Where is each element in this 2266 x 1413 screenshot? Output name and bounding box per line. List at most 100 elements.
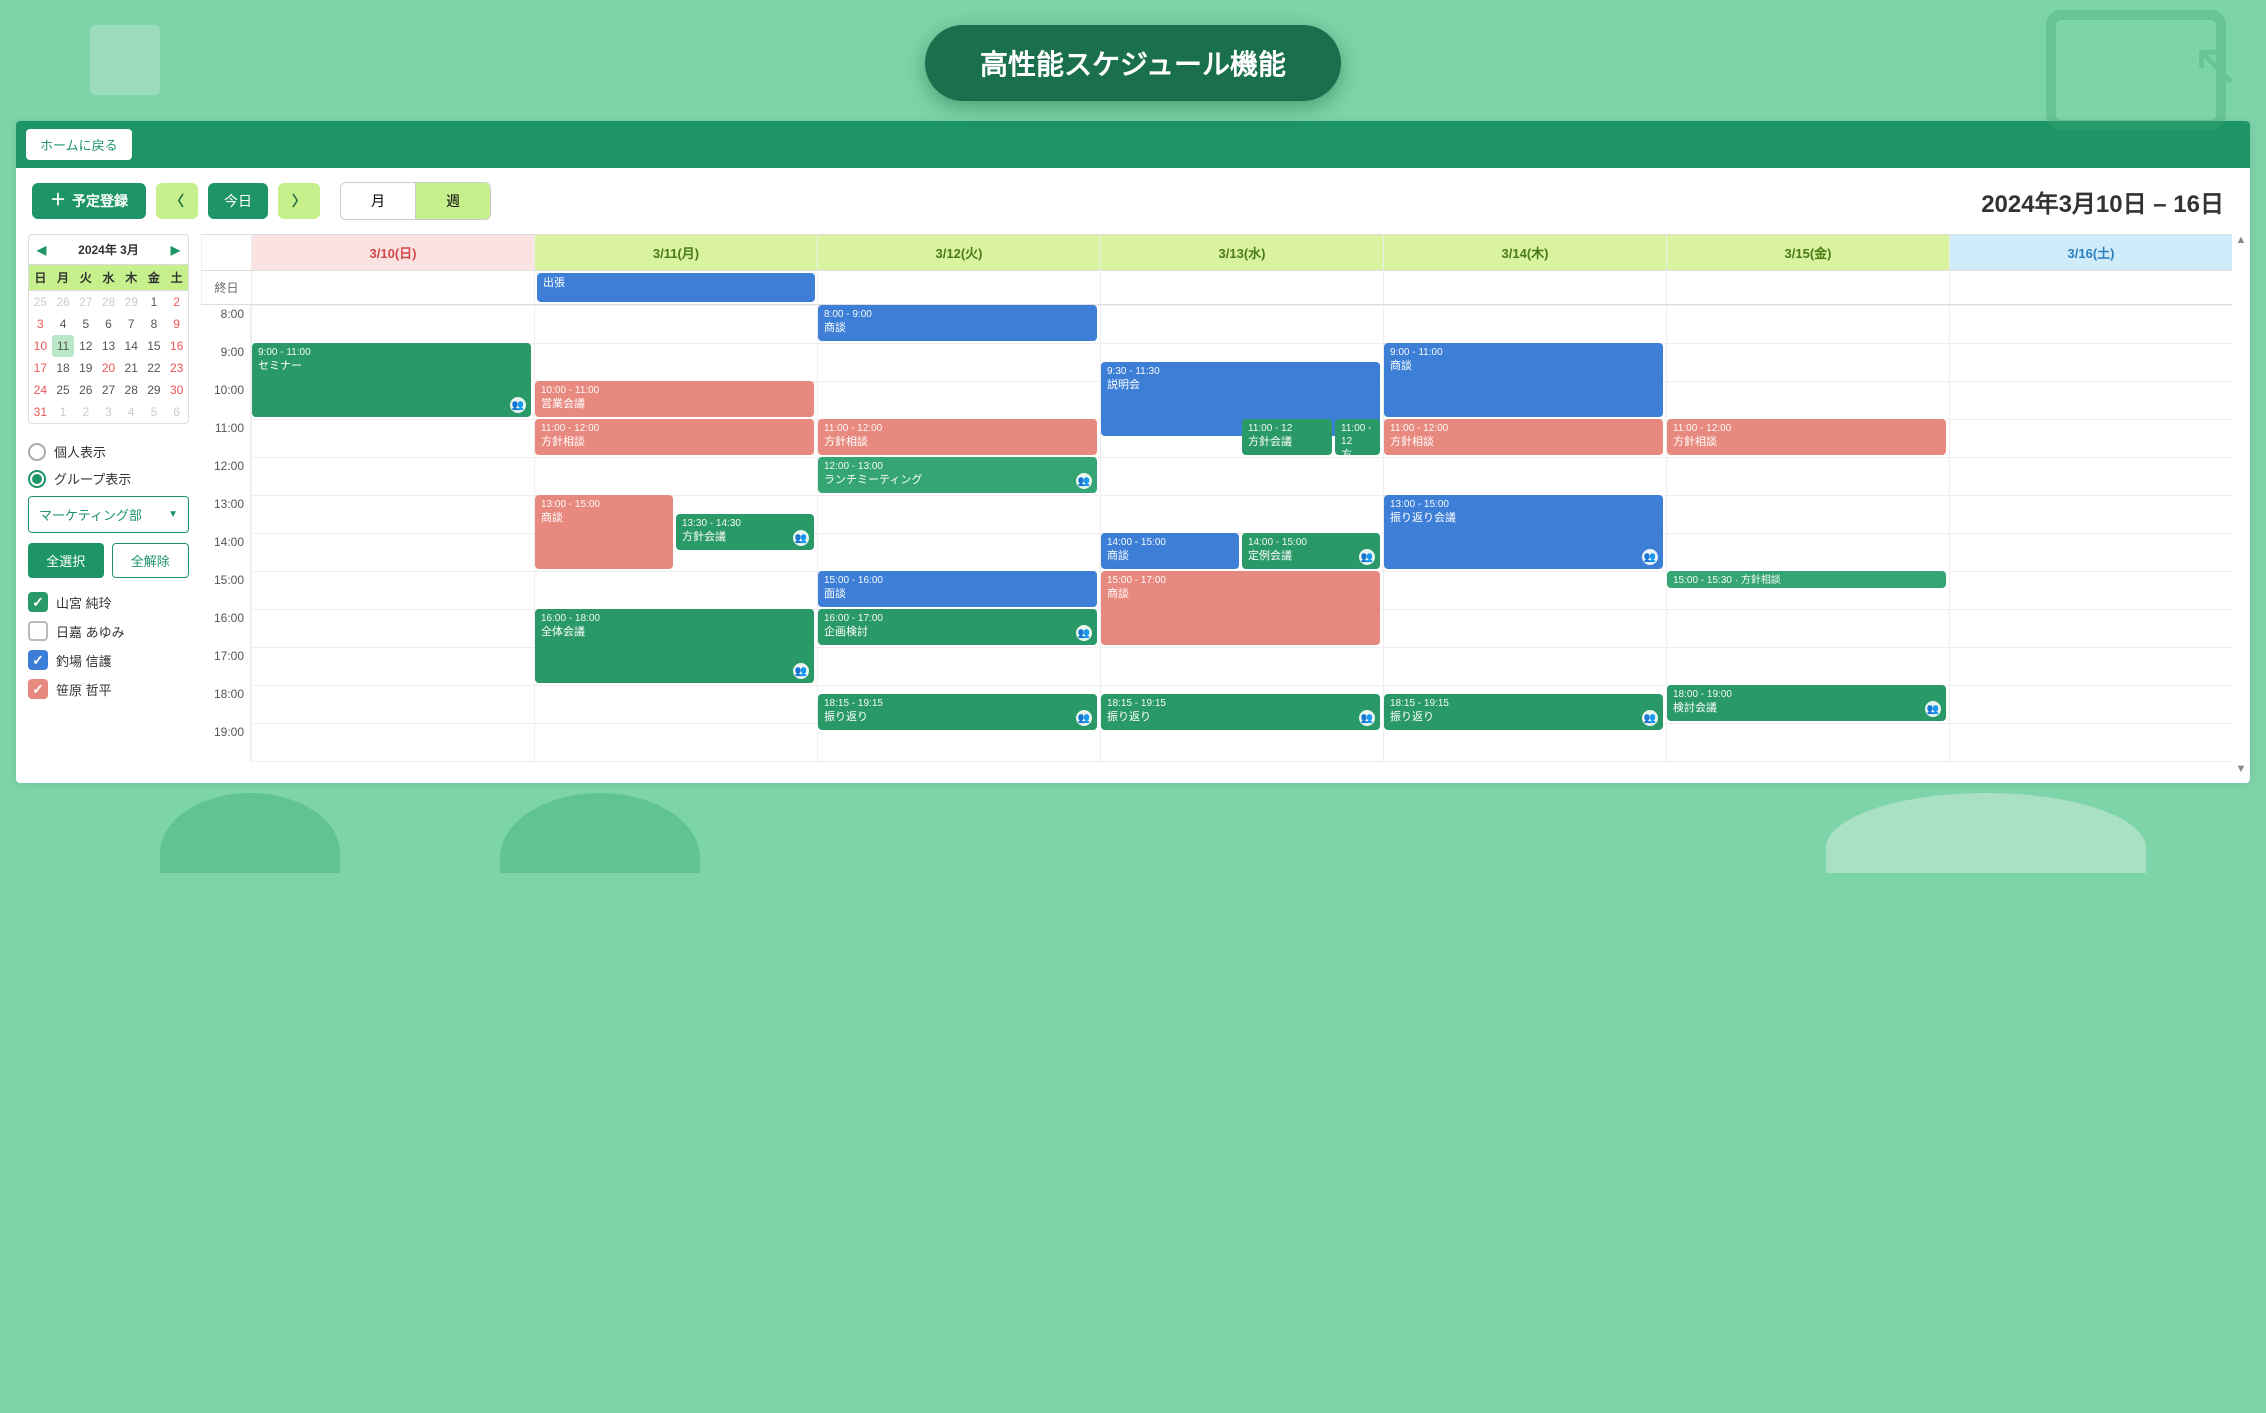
day-column[interactable]: 11:00 - 12:00方針相談 15:00 - 15:30 · 方針相談 18:…	[1666, 305, 1949, 761]
calendar-event[interactable]: 18:15 - 19:15振り返り👥	[1384, 694, 1663, 730]
calendar-event[interactable]: 15:00 - 16:00面談	[818, 571, 1097, 607]
member-checkbox[interactable]: ✓笹原 哲平	[28, 679, 189, 699]
mini-day-cell[interactable]: 1	[143, 291, 166, 313]
calendar-event[interactable]: 15:00 - 15:30 · 方針相談	[1667, 571, 1946, 588]
scroll-down-icon[interactable]: ▼	[2234, 763, 2248, 775]
calendar-event[interactable]: 13:00 - 15:00商談	[535, 495, 673, 569]
mini-day-cell[interactable]: 27	[97, 379, 120, 401]
day-column[interactable]: 9:30 - 11:30説明会11:00 - 12方針会議11:00 - 12方…	[1100, 305, 1383, 761]
mini-day-cell[interactable]: 17	[29, 357, 52, 379]
mini-day-cell[interactable]: 29	[143, 379, 166, 401]
prev-button[interactable]: 〈	[156, 183, 198, 219]
calendar-event[interactable]: 12:00 - 13:00ランチミーティング👥	[818, 457, 1097, 493]
mini-day-cell[interactable]: 25	[52, 379, 75, 401]
mini-day-cell[interactable]: 6	[165, 401, 188, 423]
mini-day-cell[interactable]: 24	[29, 379, 52, 401]
allday-cell[interactable]	[1383, 271, 1666, 304]
mode-group-radio[interactable]: グループ表示	[28, 469, 189, 488]
mini-day-cell[interactable]: 4	[52, 313, 75, 335]
mini-day-cell[interactable]: 18	[52, 357, 75, 379]
mini-day-cell[interactable]: 10	[29, 335, 52, 357]
calendar-event[interactable]: 13:00 - 15:00振り返り会議👥	[1384, 495, 1663, 569]
calendar-event[interactable]: 11:00 - 12:00方針相談	[1384, 419, 1663, 455]
mini-day-cell[interactable]: 5	[143, 401, 166, 423]
mini-day-cell[interactable]: 26	[52, 291, 75, 313]
day-column[interactable]	[1949, 305, 2232, 761]
view-month-button[interactable]: 月	[341, 183, 415, 219]
deselect-all-button[interactable]: 全解除	[112, 543, 190, 578]
calendar-event[interactable]: 11:00 - 12:00方針相談	[1667, 419, 1946, 455]
calendar-event[interactable]: 18:00 - 19:00検討会議👥	[1667, 685, 1946, 721]
mini-day-cell[interactable]: 27	[74, 291, 97, 313]
mini-day-cell[interactable]: 12	[74, 335, 97, 357]
calendar-event[interactable]: 15:00 - 17:00商談	[1101, 571, 1380, 645]
register-event-button[interactable]: ＋ 予定登録	[32, 183, 146, 219]
allday-cell[interactable]: 出張	[534, 271, 817, 304]
day-column[interactable]: 9:00 - 11:00商談11:00 - 12:00方針相談 13:00 - 1…	[1383, 305, 1666, 761]
calendar-event[interactable]: 11:00 - 12方…	[1335, 419, 1380, 455]
mini-day-cell[interactable]: 15	[143, 335, 166, 357]
mini-day-cell[interactable]: 11	[52, 335, 75, 357]
next-button[interactable]: 〉	[278, 183, 320, 219]
mini-day-cell[interactable]: 28	[120, 379, 143, 401]
mini-day-cell[interactable]: 22	[143, 357, 166, 379]
mini-day-cell[interactable]: 23	[165, 357, 188, 379]
scroll-up-icon[interactable]: ▲	[2234, 234, 2248, 246]
mini-day-cell[interactable]: 14	[120, 335, 143, 357]
member-checkbox[interactable]: 日嘉 あゆみ	[28, 621, 189, 641]
view-week-button[interactable]: 週	[415, 183, 490, 219]
allday-cell[interactable]	[817, 271, 1100, 304]
calendar-scroll-area[interactable]: 8:009:0010:0011:0012:0013:0014:0015:0016…	[201, 305, 2232, 775]
mini-day-cell[interactable]: 19	[74, 357, 97, 379]
calendar-event[interactable]: 8:00 - 9:00商談	[818, 305, 1097, 341]
mini-day-cell[interactable]: 20	[97, 357, 120, 379]
mini-day-cell[interactable]: 4	[120, 401, 143, 423]
mini-prev-button[interactable]: ◀	[37, 243, 46, 257]
calendar-event[interactable]: 10:00 - 11:00営業会議	[535, 381, 814, 417]
mini-day-cell[interactable]: 3	[29, 313, 52, 335]
calendar-event[interactable]: 9:00 - 11:00セミナー👥	[252, 343, 531, 417]
allday-cell[interactable]	[1949, 271, 2232, 304]
member-checkbox[interactable]: ✓釣場 信護	[28, 650, 189, 670]
calendar-event[interactable]: 14:00 - 15:00定例会議👥	[1242, 533, 1380, 569]
calendar-event[interactable]: 9:00 - 11:00商談	[1384, 343, 1663, 417]
mini-day-cell[interactable]: 30	[165, 379, 188, 401]
mini-day-cell[interactable]: 7	[120, 313, 143, 335]
calendar-event[interactable]: 11:00 - 12:00方針相談	[535, 419, 814, 455]
calendar-event[interactable]: 13:30 - 14:30方針会議👥	[676, 514, 814, 550]
mini-day-cell[interactable]: 9	[165, 313, 188, 335]
mini-day-cell[interactable]: 3	[97, 401, 120, 423]
mode-personal-radio[interactable]: 個人表示	[28, 442, 189, 461]
mini-day-cell[interactable]: 21	[120, 357, 143, 379]
mini-day-cell[interactable]: 16	[165, 335, 188, 357]
member-checkbox[interactable]: ✓山宮 純玲	[28, 592, 189, 612]
mini-day-cell[interactable]: 26	[74, 379, 97, 401]
day-column[interactable]: 8:00 - 9:00商談 11:00 - 12:00方針相談12:00 - 13…	[817, 305, 1100, 761]
calendar-event[interactable]: 11:00 - 12方針会議	[1242, 419, 1332, 455]
mini-day-cell[interactable]: 13	[97, 335, 120, 357]
calendar-event[interactable]: 14:00 - 15:00商談	[1101, 533, 1239, 569]
select-all-button[interactable]: 全選択	[28, 543, 104, 578]
day-column[interactable]: 10:00 - 11:00営業会議11:00 - 12:00方針相談 13:00 …	[534, 305, 817, 761]
mini-day-cell[interactable]: 25	[29, 291, 52, 313]
mini-day-cell[interactable]: 31	[29, 401, 52, 423]
calendar-event[interactable]: 18:15 - 19:15振り返り👥	[818, 694, 1097, 730]
mini-day-cell[interactable]: 6	[97, 313, 120, 335]
mini-day-cell[interactable]: 29	[120, 291, 143, 313]
home-button[interactable]: ホームに戻る	[26, 129, 132, 160]
allday-cell[interactable]	[251, 271, 534, 304]
allday-cell[interactable]	[1100, 271, 1383, 304]
mini-day-cell[interactable]: 28	[97, 291, 120, 313]
allday-cell[interactable]	[1666, 271, 1949, 304]
mini-next-button[interactable]: ▶	[171, 243, 180, 257]
calendar-event[interactable]: 16:00 - 17:00企画検討👥	[818, 609, 1097, 645]
mini-day-cell[interactable]: 1	[52, 401, 75, 423]
calendar-event[interactable]: 11:00 - 12:00方針相談	[818, 419, 1097, 455]
mini-day-cell[interactable]: 2	[74, 401, 97, 423]
today-button[interactable]: 今日	[208, 183, 268, 219]
day-column[interactable]: 9:00 - 11:00セミナー👥	[251, 305, 534, 761]
calendar-event[interactable]: 18:15 - 19:15振り返り👥	[1101, 694, 1380, 730]
mini-day-cell[interactable]: 8	[143, 313, 166, 335]
allday-event[interactable]: 出張	[537, 273, 815, 302]
mini-day-cell[interactable]: 2	[165, 291, 188, 313]
